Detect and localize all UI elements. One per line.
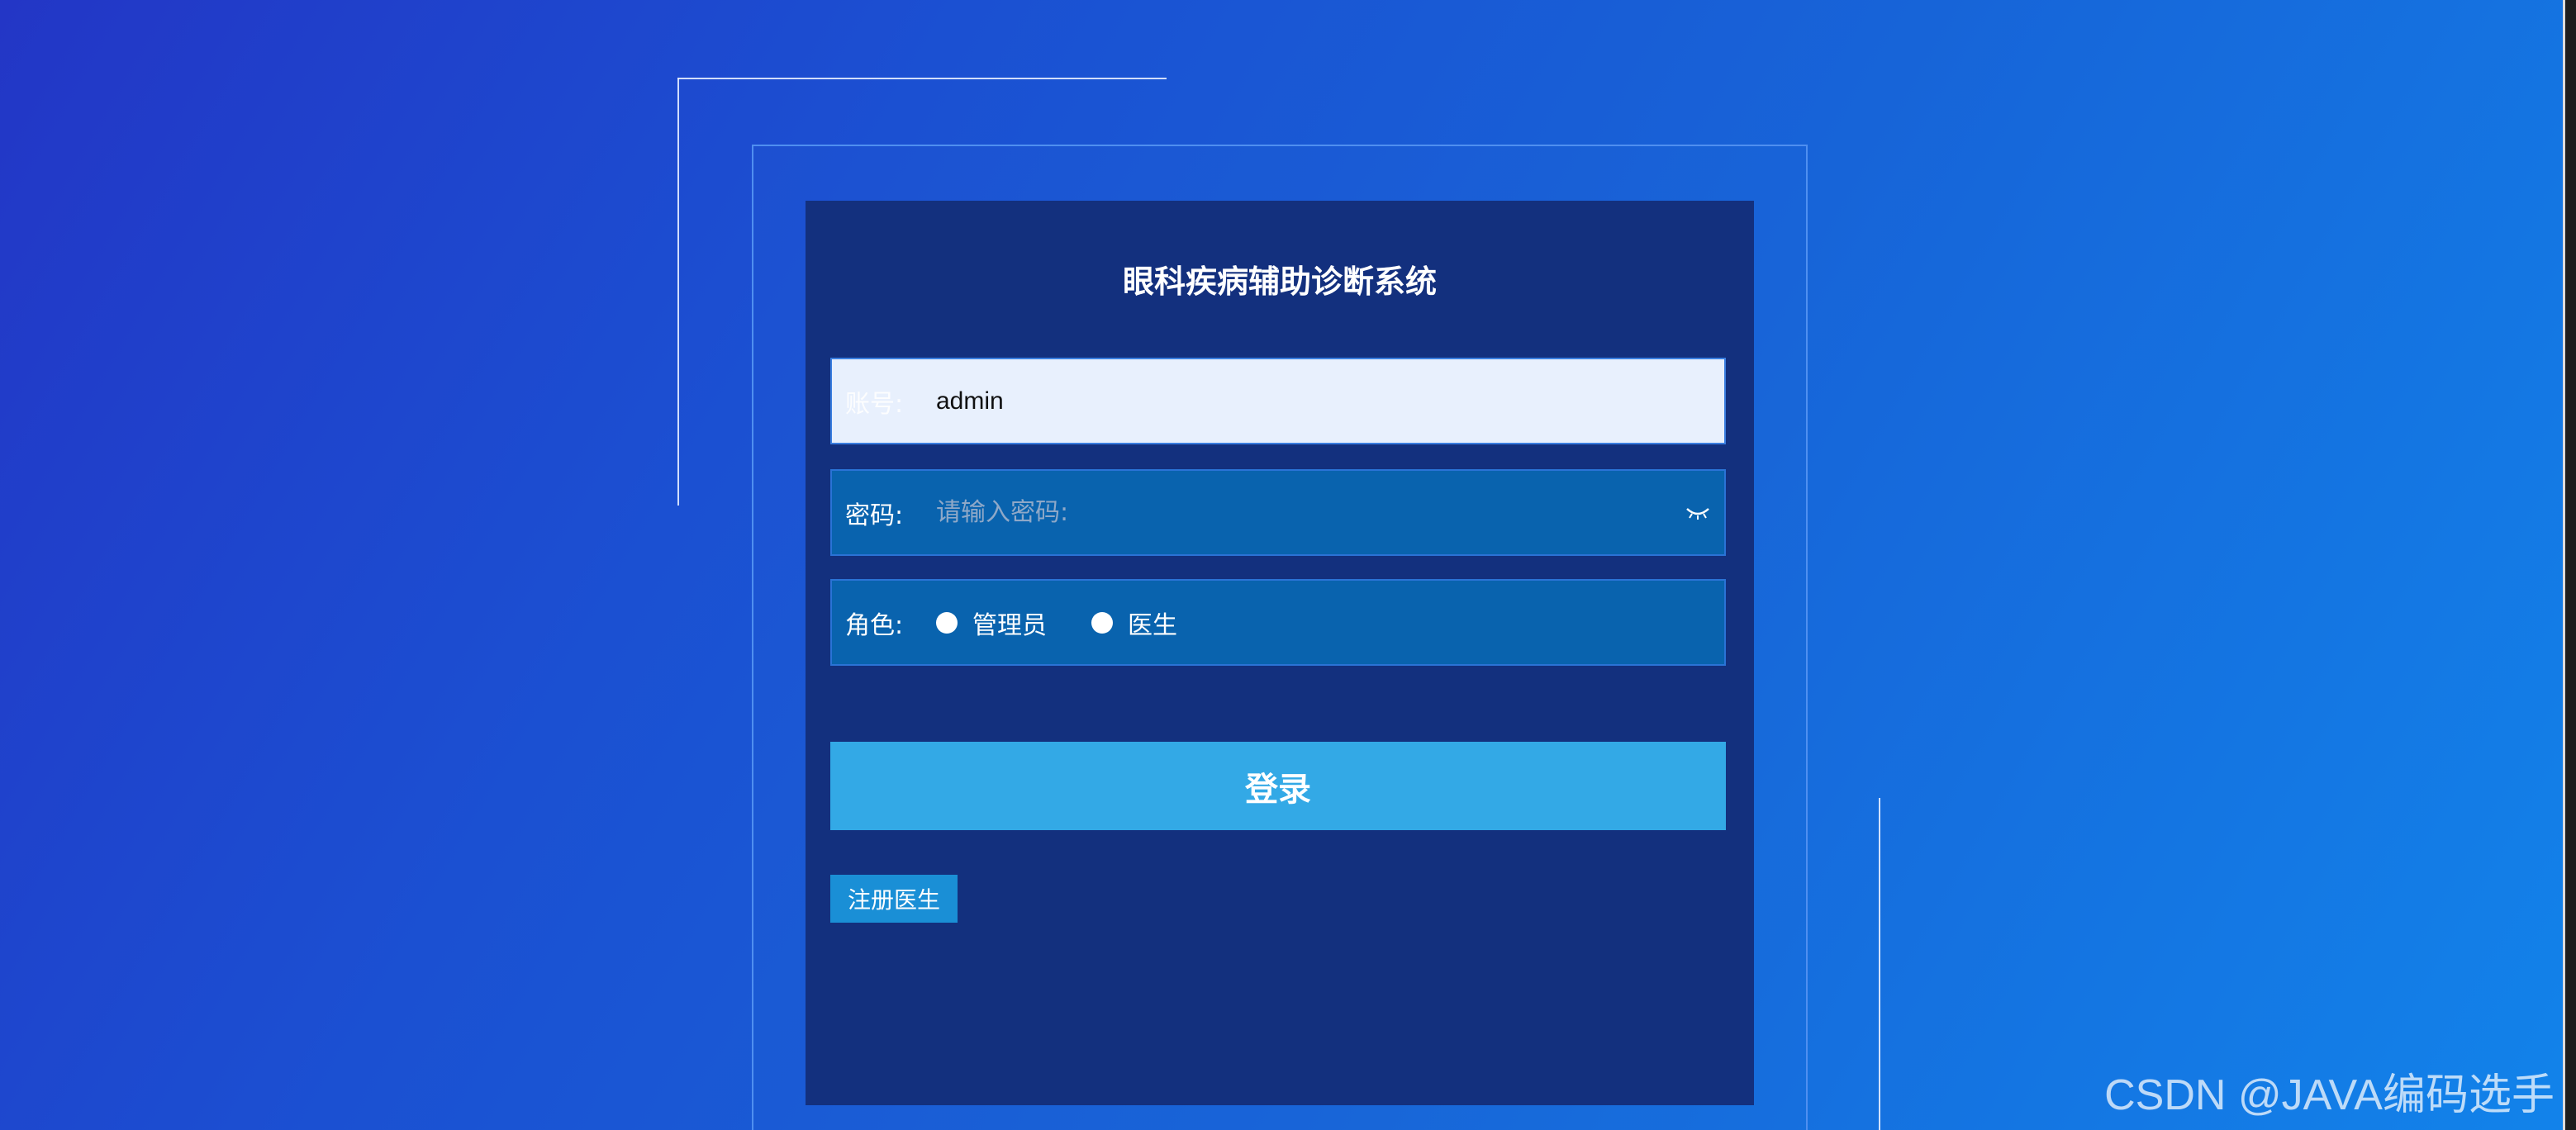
eye-closed-icon-svg <box>1686 507 1709 520</box>
decorative-line-right <box>1879 798 1880 1130</box>
role-label: 角色: <box>845 610 904 640</box>
account-field[interactable]: 账号: admin <box>830 358 1726 444</box>
account-input[interactable]: admin <box>936 387 1004 415</box>
login-button[interactable]: 登录 <box>830 742 1726 830</box>
page-title: 眼科疾病辅助诊断系统 <box>1122 264 1437 300</box>
password-label: 密码: <box>845 501 904 530</box>
role-option-admin[interactable]: 管理员 <box>936 605 1047 641</box>
radio-circle-icon[interactable] <box>1091 611 1113 634</box>
decorative-line-left <box>677 78 679 506</box>
register-doctor-button[interactable]: 注册医生 <box>830 875 958 923</box>
role-option-doctor[interactable]: 医生 <box>1091 605 1177 641</box>
scrollbar-edge <box>2563 0 2565 1130</box>
decorative-line-top <box>677 78 1167 79</box>
role-field: 角色: 管理员 医生 <box>830 579 1726 666</box>
account-label: 账号: <box>845 389 904 419</box>
role-option-label: 医生 <box>1128 610 1177 640</box>
password-input[interactable] <box>936 471 1681 554</box>
role-option-label: 管理员 <box>972 610 1047 640</box>
browser-scrollbar[interactable] <box>2563 0 2576 1130</box>
password-field[interactable]: 密码: <box>830 469 1726 556</box>
watermark: CSDN @JAVA编码选手 <box>2104 1071 2555 1119</box>
eye-closed-icon[interactable] <box>1681 496 1714 529</box>
radio-circle-icon[interactable] <box>936 611 958 634</box>
